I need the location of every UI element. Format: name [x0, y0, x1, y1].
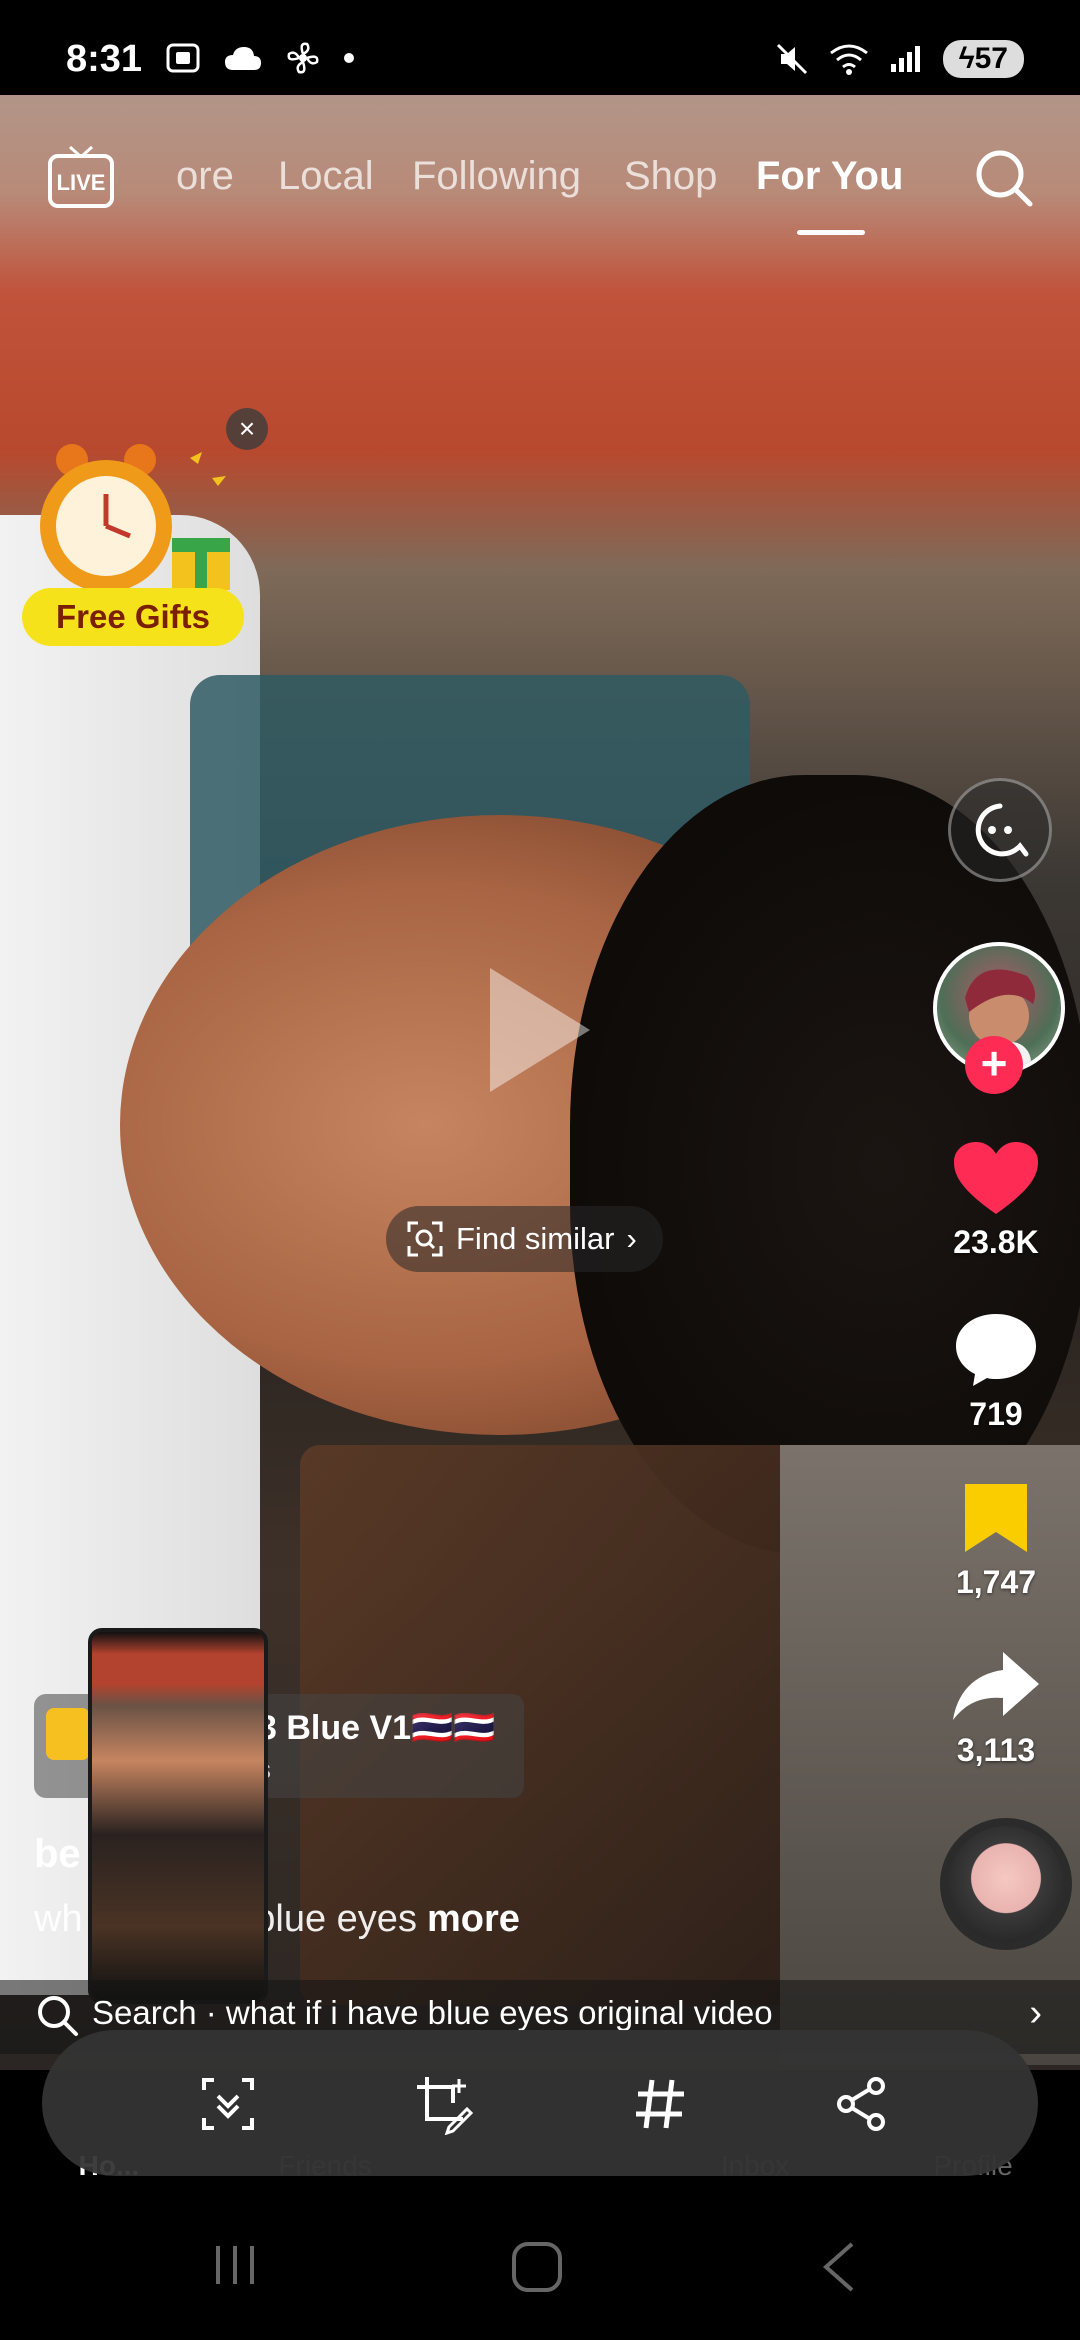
live-tv-icon: LIVE: [48, 145, 114, 208]
scroll-capture-icon: [202, 2078, 254, 2130]
status-bar: 8:31 ϟ57: [0, 0, 1080, 95]
live-button[interactable]: LIVE: [46, 144, 116, 208]
dot-icon: [344, 53, 354, 63]
find-similar-label: Find similar: [456, 1221, 615, 1256]
like-action[interactable]: 23.8K: [926, 1140, 1066, 1261]
free-gifts-promo[interactable]: Free Gifts: [22, 438, 252, 653]
top-nav: LIVE ore Local Following Shop For You: [0, 140, 1080, 250]
search-icon: [38, 1996, 78, 2036]
free-gifts-label: Free Gifts: [22, 588, 244, 646]
find-similar-button[interactable]: Find similar ›: [386, 1206, 663, 1272]
search-icon[interactable]: [972, 146, 1036, 210]
ai-search-icon: [975, 803, 1029, 857]
caption-more[interactable]: more: [427, 1898, 520, 1940]
save-action[interactable]: 1,747: [926, 1480, 1066, 1601]
recent-apps-icon[interactable]: [210, 2240, 260, 2290]
play-icon[interactable]: [480, 960, 600, 1100]
status-time: 8:31: [66, 38, 143, 80]
screenshot-preview-thumbnail[interactable]: [88, 1628, 268, 2004]
follow-button[interactable]: +: [965, 1036, 1023, 1094]
back-icon[interactable]: [818, 2240, 858, 2294]
related-search-text: Search · what if i have blue eyes origin…: [92, 1994, 773, 2031]
save-count: 1,747: [955, 1564, 1037, 1600]
image-search-icon: [407, 1221, 443, 1257]
wifi-icon: [829, 44, 868, 75]
cloud-icon: [225, 47, 261, 70]
comment-count: 719: [969, 1396, 1023, 1432]
hashtag-icon: [636, 2079, 684, 2129]
share-screenshot-button[interactable]: [824, 2066, 900, 2142]
heart-icon: [954, 1142, 1038, 1214]
battery-level: 57: [974, 42, 1008, 75]
status-left-icons: [165, 40, 355, 76]
share-count: 3,113: [956, 1732, 1036, 1768]
screenshot-toolbar: [42, 2030, 1038, 2176]
chevron-right-icon: ›: [1029, 1992, 1042, 2034]
effect-title: 3 Blue V1🇹🇭🇹🇭: [258, 1709, 496, 1747]
tab-local[interactable]: Local: [278, 154, 374, 199]
battery-indicator: ϟ57: [942, 40, 1024, 78]
bookmark-icon: [965, 1484, 1027, 1552]
effect-star-icon: [46, 1708, 90, 1760]
share-nodes-icon: [837, 2077, 885, 2131]
mute-icon: [776, 43, 807, 75]
signal-icon: [890, 46, 920, 72]
like-count: 23.8K: [953, 1224, 1039, 1260]
tab-more[interactable]: ore: [176, 154, 234, 199]
share-arrow-icon: [953, 1652, 1039, 1720]
tab-shop[interactable]: Shop: [624, 154, 717, 199]
share-action[interactable]: 3,113: [926, 1648, 1066, 1769]
edit-screenshot-button[interactable]: [406, 2066, 482, 2142]
creator-username[interactable]: be: [34, 1832, 81, 1877]
add-tag-button[interactable]: [622, 2066, 698, 2142]
caption-start: wh: [34, 1898, 83, 1940]
live-label: LIVE: [57, 170, 106, 195]
charging-icon: ϟ: [958, 42, 975, 75]
tab-following[interactable]: Following: [412, 154, 581, 199]
comment-action[interactable]: 719: [926, 1310, 1066, 1433]
ai-assistant-button[interactable]: [948, 778, 1052, 882]
active-tab-indicator: [797, 230, 865, 235]
crop-edit-icon: [417, 2077, 474, 2135]
chevron-right-icon: ›: [626, 1221, 637, 1256]
screenshot-icon: [166, 43, 200, 73]
home-icon[interactable]: [510, 2240, 564, 2294]
tab-for-you[interactable]: For You: [756, 154, 903, 199]
scroll-capture-button[interactable]: [190, 2066, 266, 2142]
music-disc[interactable]: [940, 1818, 1072, 1950]
system-navigation-bar: [0, 2190, 1080, 2340]
pinwheel-icon: [287, 42, 319, 74]
alarm-clock-icon: [40, 444, 230, 592]
status-right-icons: ϟ57: [775, 40, 1024, 78]
comment-icon: [956, 1314, 1036, 1386]
